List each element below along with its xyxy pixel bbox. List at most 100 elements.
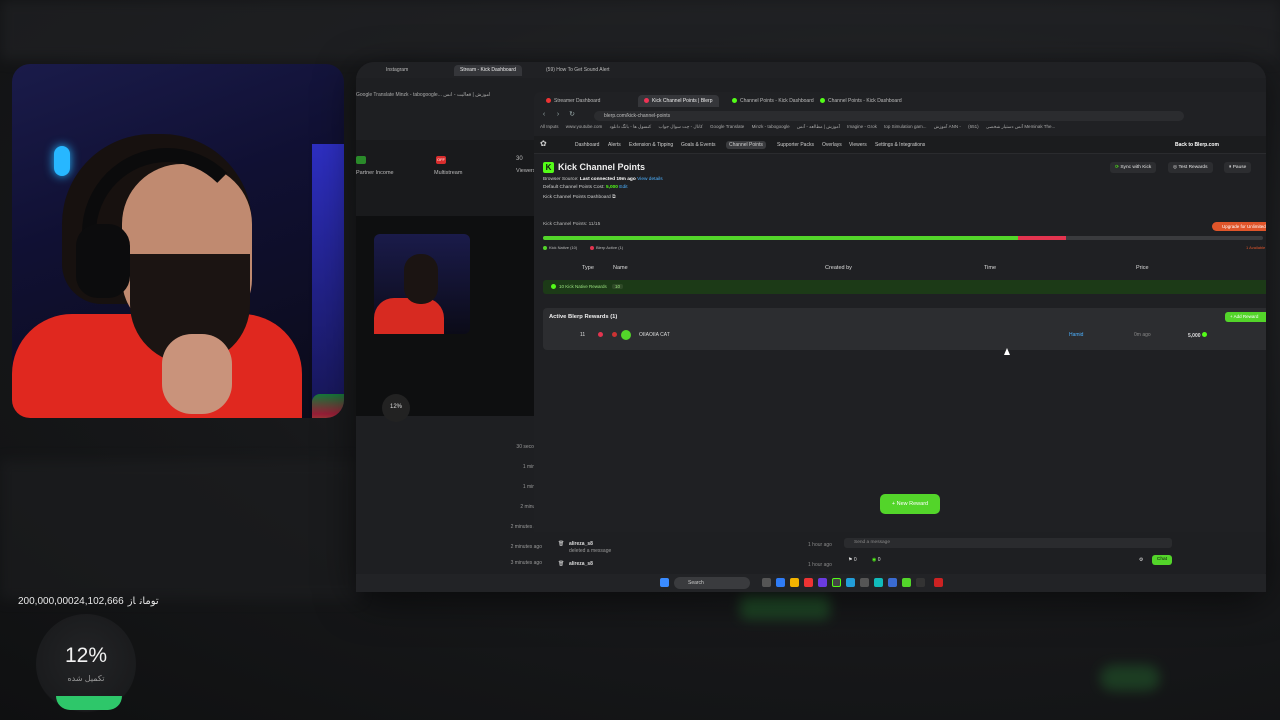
native-count-badge: 10 — [612, 284, 624, 289]
add-reward-button[interactable]: + Add Reward — [1225, 312, 1266, 322]
bookmark[interactable]: top Simulation gam... — [884, 124, 926, 129]
taskbar-search[interactable]: Search — [674, 577, 750, 589]
blerp-top-nav: ✿ Dashboard Alerts Extension & Tipping G… — [534, 136, 1266, 154]
inner-tab[interactable]: Channel Points - Kick Dashboard — [726, 95, 820, 107]
forward-arrow-icon[interactable]: › — [554, 111, 562, 119]
chat-send-button[interactable]: Chat — [1152, 555, 1172, 565]
pause-button[interactable]: ⏸ Pause — [1224, 162, 1252, 173]
dash-partner-income[interactable]: Partner Income — [356, 170, 394, 176]
nav-settings[interactable]: Settings & Integrations — [875, 142, 925, 148]
edit-cost-link[interactable]: Edit — [619, 185, 627, 190]
obs-icon[interactable] — [832, 578, 841, 587]
reward-name[interactable]: OIIAOIIA CAT — [639, 332, 670, 338]
nav-supporter-packs[interactable]: Supporter Packs — [777, 142, 814, 148]
goal-wave-fill — [56, 696, 122, 710]
tab-favicon-icon — [644, 98, 649, 104]
sync-label: Sync with Kick — [1120, 165, 1152, 170]
sync-with-kick-button[interactable]: ⟳ Sync with Kick — [1110, 162, 1157, 173]
chat-trash-icon[interactable]: 🗑 — [558, 561, 564, 567]
blerp-segment — [1018, 236, 1066, 240]
legend-native-label: Kick Native (10) — [549, 245, 578, 250]
telegram-icon[interactable] — [846, 578, 855, 587]
col-created-by: Created by — [825, 265, 852, 271]
bookmark[interactable]: آموزش | مطالعه - آنس — [797, 124, 840, 129]
address-bar[interactable]: blerp.com/kick-channel-points — [594, 111, 1184, 121]
bookmark[interactable]: دستیار شخصی — [986, 124, 1014, 129]
chat-user[interactable]: alireza_s8 — [569, 541, 593, 547]
bookmark[interactable]: کانال - چت سوال جواب — [658, 124, 702, 129]
app-icon[interactable] — [902, 578, 911, 587]
chat-message-input[interactable]: Send a message — [844, 538, 1172, 548]
kick-native-rewards-row[interactable]: 10 Kick Native Rewards 10 — [543, 280, 1266, 294]
goal-percent: 12% — [64, 644, 108, 667]
channel-points-page: K Kick Channel Points Browser Source: La… — [534, 154, 1266, 532]
inner-tab-active[interactable]: Kick Channel Points | Blerp — [638, 95, 719, 107]
col-price: Price — [1136, 265, 1149, 271]
chrome-icon[interactable] — [804, 578, 813, 587]
activity-log: 30 seconds 1 minute 1 minute 2 minutes 2… — [356, 422, 546, 582]
test-rewards-button[interactable]: ◎ Test Rewards — [1168, 162, 1213, 173]
chat-viewers: ⚑ 0 — [848, 557, 857, 563]
bookmark[interactable]: Imagine - Grok — [847, 124, 877, 129]
app-icon[interactable] — [888, 578, 897, 587]
inner-tab-label: Channel Points - Kick Dashboard — [828, 98, 902, 104]
back-to-blerp-link[interactable]: Back to Blerp.com — [1175, 142, 1219, 148]
new-reward-button[interactable]: + New Reward — [880, 494, 940, 514]
reload-icon[interactable]: ↻ — [568, 111, 576, 119]
view-details-link[interactable]: View details — [637, 177, 663, 182]
goal-percent-label: تکمیل شده — [67, 674, 105, 683]
edge-icon[interactable] — [776, 578, 785, 587]
new-reward-label: New Reward — [896, 501, 929, 507]
nav-overlays[interactable]: Overlays — [822, 142, 842, 148]
tab-favicon-icon — [732, 98, 737, 104]
twitch-icon[interactable] — [818, 578, 827, 587]
inner-tab-label: Streamer Dashboard — [554, 98, 601, 104]
active-rewards-title: Active Blerp Rewards (1) — [549, 314, 618, 320]
multistream-off-badge: OFF — [436, 156, 446, 164]
upgrade-button[interactable]: Upgrade for Unlimited — [1212, 222, 1266, 231]
default-cost-label: Default Channel Points Cost: — [543, 185, 605, 190]
reward-delete-icon[interactable] — [612, 332, 617, 339]
app-icon[interactable] — [934, 578, 943, 587]
goal-progress-widget: 12% تکمیل شده — [36, 614, 136, 714]
nav-extension-tipping[interactable]: Extension & Tipping — [629, 142, 673, 148]
app-icon[interactable] — [916, 578, 925, 587]
taskview-icon[interactable] — [762, 578, 771, 587]
nav-viewers[interactable]: Viewers — [849, 142, 867, 148]
windows-start-icon[interactable] — [660, 578, 669, 587]
outer-tab[interactable]: Stream - Kick Dashboard — [454, 65, 522, 76]
chat-trash-icon[interactable]: 🗑 — [558, 541, 564, 547]
legend-blerp-label: Blerp Active (1) — [596, 245, 624, 250]
reward-index: 11 — [580, 332, 586, 338]
reward-time: 0m ago — [1134, 332, 1151, 338]
kick-dashboard-link[interactable]: Kick Channel Points Dashboard ⧉ — [543, 194, 616, 200]
app-icon[interactable] — [860, 578, 869, 587]
explorer-icon[interactable] — [790, 578, 799, 587]
outer-tab[interactable]: (59) How To Get Sound Alert — [540, 65, 616, 76]
col-type: Type — [582, 265, 594, 271]
inner-tab[interactable]: Channel Points - Kick Dashboard — [814, 95, 908, 107]
nav-alerts[interactable]: Alerts — [608, 142, 621, 148]
nav-dashboard[interactable]: Dashboard — [575, 142, 599, 148]
bookmark[interactable]: Minzk - tabogoogle — [752, 124, 790, 129]
inner-tab[interactable]: Streamer Dashboard — [540, 95, 606, 107]
bookmark[interactable]: All Inputs — [540, 124, 559, 129]
outer-tab[interactable]: Instagram — [380, 65, 414, 76]
bookmark[interactable]: www.youtube.com — [566, 124, 603, 129]
chat-settings-icon[interactable]: ⚙ — [1139, 557, 1143, 563]
chat-user[interactable]: alireza_s8 — [569, 561, 593, 567]
nav-goals-events[interactable]: Goals & Events — [681, 142, 715, 148]
bookmark[interactable]: Google Translate — [710, 124, 744, 129]
dash-multistream[interactable]: Multistream — [434, 170, 462, 176]
blerp-logo-icon[interactable]: ✿ — [540, 139, 547, 148]
back-arrow-icon[interactable]: ‹ — [540, 111, 548, 119]
active-blerp-rewards: Active Blerp Rewards (1) + Add Reward 11… — [543, 308, 1266, 350]
reward-status-icon — [598, 332, 603, 339]
nav-channel-points[interactable]: Channel Points — [726, 141, 766, 149]
bookmark[interactable]: کنسول ها - بانگ دانلود — [610, 124, 652, 129]
legend-available: 1 Available — [1246, 245, 1266, 250]
app-icon[interactable] — [874, 578, 883, 587]
donation-goal-text: 200,000,000توماناز24,102,666 — [18, 596, 163, 607]
col-time: Time — [984, 265, 997, 271]
tab-favicon-icon — [546, 98, 551, 104]
